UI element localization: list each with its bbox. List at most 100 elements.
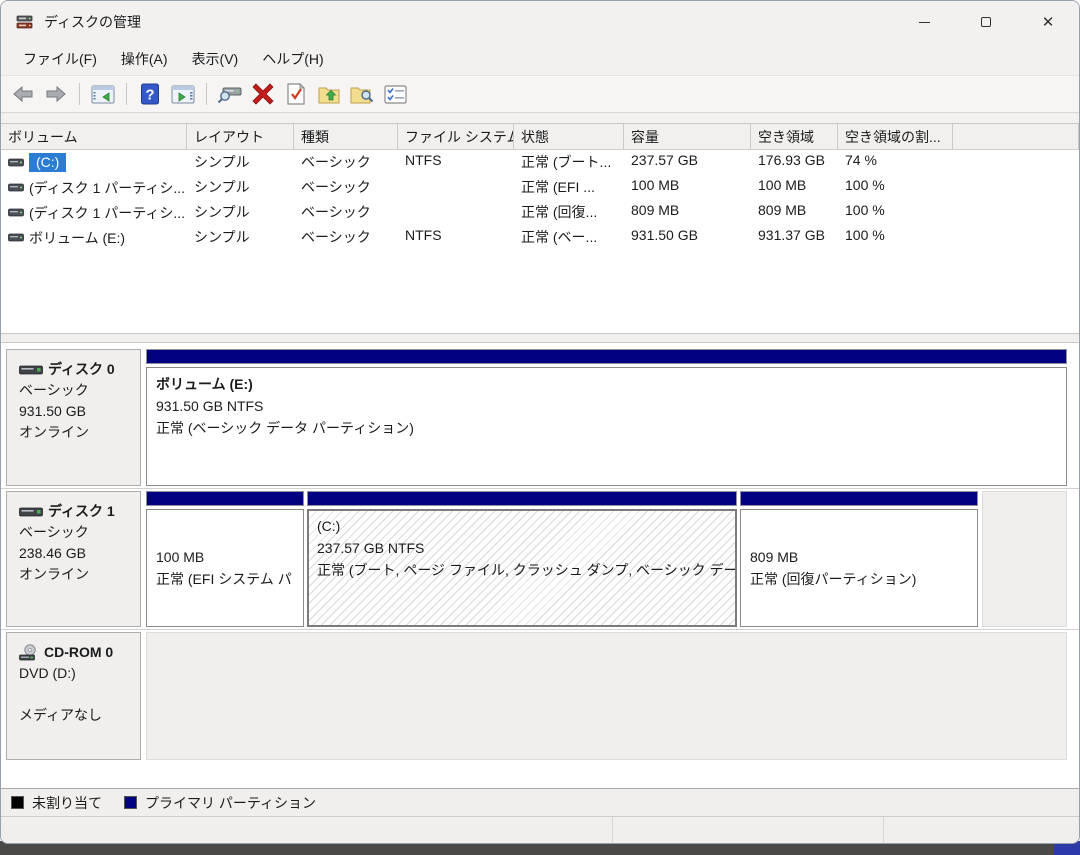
- menu-action[interactable]: 操作(A): [109, 45, 180, 73]
- disk-1-header[interactable]: ディスク 1 ベーシック 238.46 GB オンライン: [6, 491, 141, 627]
- toolbar-separator: [79, 83, 80, 105]
- close-button[interactable]: ✕: [1017, 1, 1079, 43]
- show-console-tree-icon[interactable]: [89, 80, 117, 108]
- col-header-free-pct[interactable]: 空き領域の割...: [838, 124, 953, 149]
- cell-capacity: 237.57 GB: [624, 150, 751, 175]
- volume-name[interactable]: (ディスク 1 パーティシ...: [29, 203, 185, 223]
- volume-icon: [8, 182, 24, 193]
- disk-kind: ベーシック: [19, 380, 132, 401]
- cdrom-0-header[interactable]: CD-ROM 0 DVD (D:) メディアなし: [6, 632, 141, 760]
- pane-splitter[interactable]: [1, 333, 1079, 343]
- disk-0-row: ディスク 0 ベーシック 931.50 GB オンライン ボリューム (E:) …: [1, 347, 1079, 488]
- delete-icon[interactable]: [249, 80, 277, 108]
- disk-1-row: ディスク 1 ベーシック 238.46 GB オンライン 100 MB 正常 (…: [1, 488, 1079, 629]
- cell-free-pct: 100 %: [838, 225, 953, 250]
- table-row[interactable]: (ディスク 1 パーティシ... シンプル ベーシック 正常 (回復... 80…: [1, 200, 1079, 225]
- primary-partition-bar: [146, 491, 304, 506]
- graphical-view: ディスク 0 ベーシック 931.50 GB オンライン ボリューム (E:) …: [1, 343, 1079, 788]
- col-header-volume[interactable]: ボリューム: [1, 124, 187, 149]
- table-row[interactable]: (ディスク 1 パーティシ... シンプル ベーシック 正常 (EFI ... …: [1, 175, 1079, 200]
- help-icon[interactable]: ?: [136, 80, 164, 108]
- cell-filesystem: [398, 200, 514, 225]
- cell-capacity: 931.50 GB: [624, 225, 751, 250]
- partition-size: 809 MB: [750, 546, 968, 568]
- maximize-button[interactable]: [955, 1, 1017, 43]
- cdrom-icon: [19, 644, 39, 661]
- unallocated-swatch: [11, 796, 24, 809]
- partition-status: 正常 (ブート, ページ ファイル, クラッシュ ダンプ, ベーシック データ: [317, 559, 727, 581]
- cell-layout: シンプル: [187, 150, 294, 175]
- menu-view[interactable]: 表示(V): [180, 45, 251, 73]
- cell-free: 931.37 GB: [751, 225, 838, 250]
- toolbar: ?: [1, 75, 1079, 113]
- volume-icon: [8, 207, 24, 218]
- screen: ディスクの管理 ✕ ファイル(F) 操作(A) 表示(V) ヘルプ(H): [0, 0, 1080, 855]
- forward-icon[interactable]: [42, 80, 70, 108]
- status-section: [1, 817, 613, 843]
- disk-1-track: 100 MB 正常 (EFI システム パ (C:) 237.57 GB NTF…: [141, 491, 1067, 627]
- cdrom-0-row: CD-ROM 0 DVD (D:) メディアなし: [1, 629, 1079, 762]
- cell-type: ベーシック: [294, 175, 398, 200]
- col-header-filesystem[interactable]: ファイル システム: [398, 124, 514, 149]
- volume-list-header: ボリューム レイアウト 種類 ファイル システム 状態 容量 空き領域 空き領域…: [1, 124, 1079, 150]
- partition-title: (C:): [317, 515, 727, 537]
- primary-partition-bar: [146, 349, 1067, 364]
- col-header-layout[interactable]: レイアウト: [187, 124, 294, 149]
- cell-type: ベーシック: [294, 225, 398, 250]
- menu-file[interactable]: ファイル(F): [11, 45, 109, 73]
- partition-efi[interactable]: 100 MB 正常 (EFI システム パ: [146, 491, 304, 627]
- toolbar-separator: [126, 83, 127, 105]
- cell-capacity: 100 MB: [624, 175, 751, 200]
- partition-c-selected[interactable]: (C:) 237.57 GB NTFS 正常 (ブート, ページ ファイル, ク…: [307, 491, 737, 627]
- cell-type: ベーシック: [294, 200, 398, 225]
- volume-name[interactable]: ボリューム (E:): [29, 228, 125, 248]
- window-title: ディスクの管理: [44, 12, 141, 32]
- menu-help[interactable]: ヘルプ(H): [250, 45, 335, 73]
- folder-search-icon[interactable]: [348, 80, 376, 108]
- disk-1-unused-area: [982, 491, 1067, 627]
- partition-recovery[interactable]: 809 MB 正常 (回復パーティション): [740, 491, 978, 627]
- cell-capacity: 809 MB: [624, 200, 751, 225]
- cell-free: 809 MB: [751, 200, 838, 225]
- cell-filesystem: NTFS: [398, 150, 514, 175]
- maximize-icon: [981, 17, 991, 27]
- legend-bar: 未割り当て プライマリ パーティション: [1, 788, 1079, 816]
- volume-icon: [8, 232, 24, 243]
- mark-partition-icon[interactable]: [282, 80, 310, 108]
- close-icon: ✕: [1042, 15, 1055, 30]
- col-header-capacity[interactable]: 容量: [624, 124, 751, 149]
- menu-bar: ファイル(F) 操作(A) 表示(V) ヘルプ(H): [1, 43, 1079, 75]
- table-row[interactable]: ボリューム (E:) シンプル ベーシック NTFS 正常 (ベー... 931…: [1, 225, 1079, 250]
- back-icon[interactable]: [9, 80, 37, 108]
- primary-partition-bar: [740, 491, 978, 506]
- cell-filesystem: [398, 175, 514, 200]
- col-header-blank[interactable]: [953, 124, 1079, 149]
- minimize-button[interactable]: [893, 1, 955, 43]
- status-bar: [1, 816, 1079, 843]
- disk-management-app-icon: [16, 15, 35, 30]
- volume-list: ボリューム レイアウト 種類 ファイル システム 状態 容量 空き領域 空き領域…: [1, 123, 1079, 333]
- checklist-icon[interactable]: [381, 80, 409, 108]
- disk-name: ディスク 1: [48, 501, 115, 522]
- disk-management-window: ディスクの管理 ✕ ファイル(F) 操作(A) 表示(V) ヘルプ(H): [0, 0, 1080, 844]
- title-bar: ディスクの管理 ✕: [1, 1, 1079, 43]
- disk-status: オンライン: [19, 564, 132, 585]
- col-header-status[interactable]: 状態: [514, 124, 624, 149]
- volume-name[interactable]: (ディスク 1 パーティシ...: [29, 178, 185, 198]
- col-header-type[interactable]: 種類: [294, 124, 398, 149]
- cell-status: 正常 (ブート...: [514, 150, 624, 175]
- table-row[interactable]: (C:) シンプル ベーシック NTFS 正常 (ブート... 237.57 G…: [1, 150, 1079, 175]
- partition-status: 正常 (ベーシック データ パーティション): [156, 417, 1057, 439]
- volume-name-selected[interactable]: (C:): [29, 153, 66, 172]
- disk-0-header[interactable]: ディスク 0 ベーシック 931.50 GB オンライン: [6, 349, 141, 486]
- partition-volume-e[interactable]: ボリューム (E:) 931.50 GB NTFS 正常 (ベーシック データ …: [146, 349, 1067, 486]
- col-header-free[interactable]: 空き領域: [751, 124, 838, 149]
- disk-icon: [19, 507, 43, 517]
- show-action-pane-icon[interactable]: [169, 80, 197, 108]
- rescan-disks-icon[interactable]: [216, 80, 244, 108]
- legend-unallocated: 未割り当て: [32, 793, 102, 813]
- disk-name: ディスク 0: [48, 359, 115, 380]
- folder-up-icon[interactable]: [315, 80, 343, 108]
- cell-status: 正常 (EFI ...: [514, 175, 624, 200]
- cell-layout: シンプル: [187, 200, 294, 225]
